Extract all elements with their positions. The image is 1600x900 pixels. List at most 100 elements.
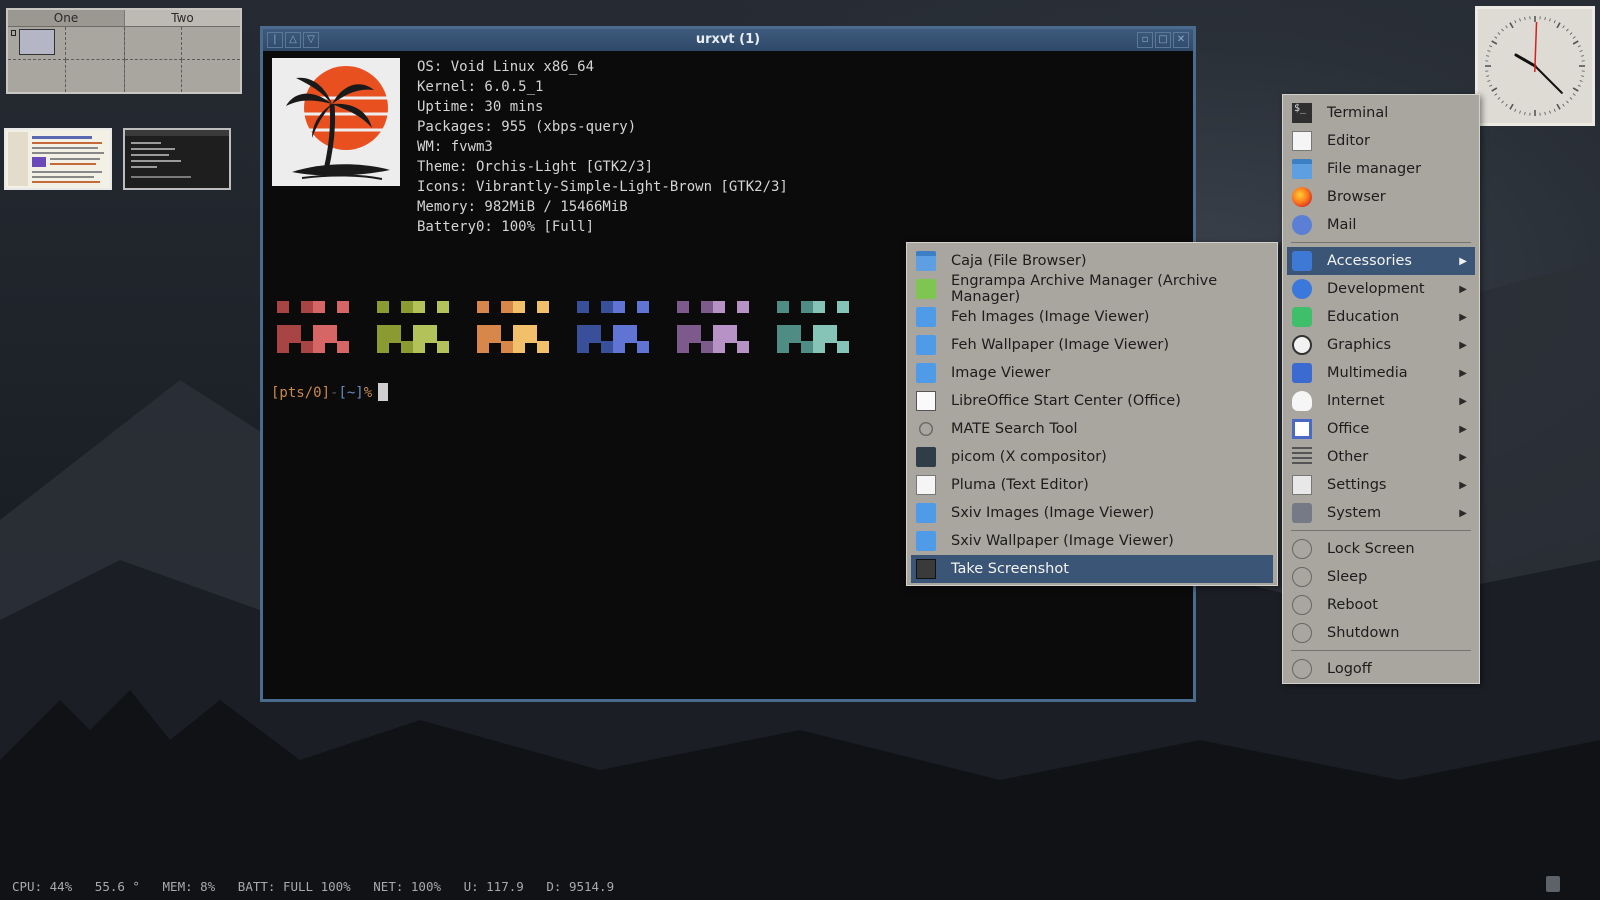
pager-desk-two[interactable]: Two [125, 10, 240, 92]
menu-item-caja-file-browser[interactable]: Caja (File Browser) [911, 247, 1273, 275]
root-menu[interactable]: $_ Terminal Editor File manager Browser Mail A… [1282, 94, 1480, 684]
palette-block [437, 301, 449, 313]
menu-item-feh-wallpaper-image-viewer[interactable]: Feh Wallpaper (Image Viewer) [911, 331, 1273, 359]
menu-item-mail[interactable]: Mail [1287, 211, 1475, 239]
menu-item-other[interactable]: Other ▶ [1287, 443, 1475, 471]
menu-item-internet[interactable]: Internet ▶ [1287, 387, 1475, 415]
palette-block [713, 301, 725, 313]
window-thumbnail-browser[interactable] [4, 128, 112, 190]
menu-item-label: Accessories [1327, 253, 1412, 269]
palette-block [477, 301, 489, 313]
menu-item-accessories[interactable]: Accessories ▶ [1287, 247, 1475, 275]
menu-item-picom-x-compositor[interactable]: picom (X compositor) [911, 443, 1273, 471]
menu-item-take-screenshot[interactable]: Take Screenshot [911, 555, 1273, 583]
menu-item-office[interactable]: Office ▶ [1287, 415, 1475, 443]
menu-item-sleep[interactable]: Sleep [1287, 563, 1475, 591]
lower-window-icon[interactable]: ▽ [303, 32, 319, 48]
menu-item-graphics[interactable]: Graphics ▶ [1287, 331, 1475, 359]
palette-block [737, 341, 749, 353]
menu-item-label: Take Screenshot [951, 561, 1069, 577]
clock-tick [1562, 103, 1565, 107]
palette-block [313, 341, 325, 353]
clock-tick [1566, 28, 1569, 32]
menu-item-image-viewer[interactable]: Image Viewer [911, 359, 1273, 387]
archive-icon [916, 279, 936, 299]
palette-block [477, 341, 489, 353]
pager-page[interactable] [182, 60, 240, 92]
menu-item-label: Pluma (Text Editor) [951, 477, 1089, 493]
firefox-icon [1292, 187, 1312, 207]
window-menu-icon[interactable]: ❘ [267, 32, 283, 48]
clock-tick [1509, 22, 1514, 29]
shell-prompt[interactable]: [pts/0]-[~]% [271, 383, 389, 401]
pager-page[interactable] [66, 60, 125, 92]
window-thumbnail-terminal[interactable] [123, 128, 231, 190]
palette-block [601, 301, 613, 313]
clock-tick [1549, 110, 1551, 114]
menu-item-multimedia[interactable]: Multimedia ▶ [1287, 359, 1475, 387]
accessories-submenu[interactable]: Caja (File Browser) Engrampa Archive Mana… [906, 242, 1278, 586]
clock-tick [1579, 80, 1583, 82]
office-icon [1292, 419, 1312, 439]
palette-block [713, 341, 725, 353]
pager-page[interactable] [125, 60, 182, 92]
menu-item-label: Logoff [1327, 661, 1372, 677]
pager-desk-one[interactable]: One [8, 10, 125, 92]
menu-item-label: Internet [1327, 393, 1385, 409]
pager-mini-window[interactable] [19, 29, 55, 55]
menu-item-logoff[interactable]: Logoff [1287, 655, 1475, 683]
menu-item-lock-screen[interactable]: Lock Screen [1287, 535, 1475, 563]
menu-item-editor[interactable]: Editor [1287, 127, 1475, 155]
clock-tick [1491, 40, 1498, 45]
maximize-icon[interactable]: □ [1155, 32, 1171, 48]
menu-item-file-manager[interactable]: File manager [1287, 155, 1475, 183]
pager-page[interactable] [125, 27, 182, 60]
menu-item-label: Feh Images (Image Viewer) [951, 309, 1150, 325]
pager-page[interactable] [8, 60, 66, 92]
pager-page[interactable] [66, 27, 125, 60]
image-viewer-icon [916, 363, 936, 383]
system-info-line: Icons: Vibrantly-Simple-Light-Brown [GTK… [417, 179, 788, 195]
menu-item-sxiv-wallpaper-image-viewer[interactable]: Sxiv Wallpaper (Image Viewer) [911, 527, 1273, 555]
window-titlebar[interactable]: ❘ △ ▽ urxvt (1) ▫ □ ✕ [263, 29, 1193, 51]
palette-block [537, 341, 549, 353]
menu-item-browser[interactable]: Browser [1287, 183, 1475, 211]
minimize-icon[interactable]: ▫ [1137, 32, 1153, 48]
clock-tick [1556, 103, 1561, 110]
menu-item-label: Browser [1327, 189, 1386, 205]
prompt-symbol: % [363, 385, 373, 401]
menu-item-sxiv-images-image-viewer[interactable]: Sxiv Images (Image Viewer) [911, 499, 1273, 527]
close-icon[interactable]: ✕ [1173, 32, 1189, 48]
menu-separator [1291, 242, 1471, 243]
raise-window-icon[interactable]: △ [285, 32, 301, 48]
menu-item-label: Engrampa Archive Manager (Archive Manage… [951, 273, 1218, 305]
menu-item-development[interactable]: Development ▶ [1287, 275, 1475, 303]
menu-item-education[interactable]: Education ▶ [1287, 303, 1475, 331]
menu-item-pluma-text-editor[interactable]: Pluma (Text Editor) [911, 471, 1273, 499]
menu-item-system[interactable]: System ▶ [1287, 499, 1475, 527]
submenu-arrow-icon: ▶ [1459, 339, 1467, 351]
menu-item-terminal[interactable]: $_ Terminal [1287, 99, 1475, 127]
clock-minute-hand [1534, 65, 1563, 94]
menu-item-feh-images-image-viewer[interactable]: Feh Images (Image Viewer) [911, 303, 1273, 331]
tray-network-icon[interactable] [1546, 876, 1560, 892]
palette-block [813, 301, 825, 313]
menu-item-settings[interactable]: Settings ▶ [1287, 471, 1475, 499]
clock-tick [1491, 87, 1498, 92]
menu-item-mate-search-tool[interactable]: MATE Search Tool [911, 415, 1273, 443]
desktop-pager[interactable]: One Two [6, 8, 242, 94]
palette-block [413, 341, 425, 353]
menu-item-engrampa-archive-manager-archive-manager[interactable]: Engrampa Archive Manager (Archive Manage… [911, 273, 1273, 305]
palette-block [525, 325, 537, 343]
palette-block [277, 341, 289, 353]
menu-item-label: Image Viewer [951, 365, 1051, 381]
pager-page[interactable] [182, 27, 240, 60]
submenu-arrow-icon: ▶ [1459, 283, 1467, 295]
menu-item-label: Terminal [1327, 105, 1389, 121]
palette-block [289, 325, 301, 343]
menu-item-libreoffice-start-center-office[interactable]: LibreOffice Start Center (Office) [911, 387, 1273, 415]
menu-item-reboot[interactable]: Reboot [1287, 591, 1475, 619]
upload-rate: U: 117.9 [463, 879, 524, 894]
submenu-arrow-icon: ▶ [1459, 451, 1467, 463]
menu-item-shutdown[interactable]: Shutdown [1287, 619, 1475, 647]
